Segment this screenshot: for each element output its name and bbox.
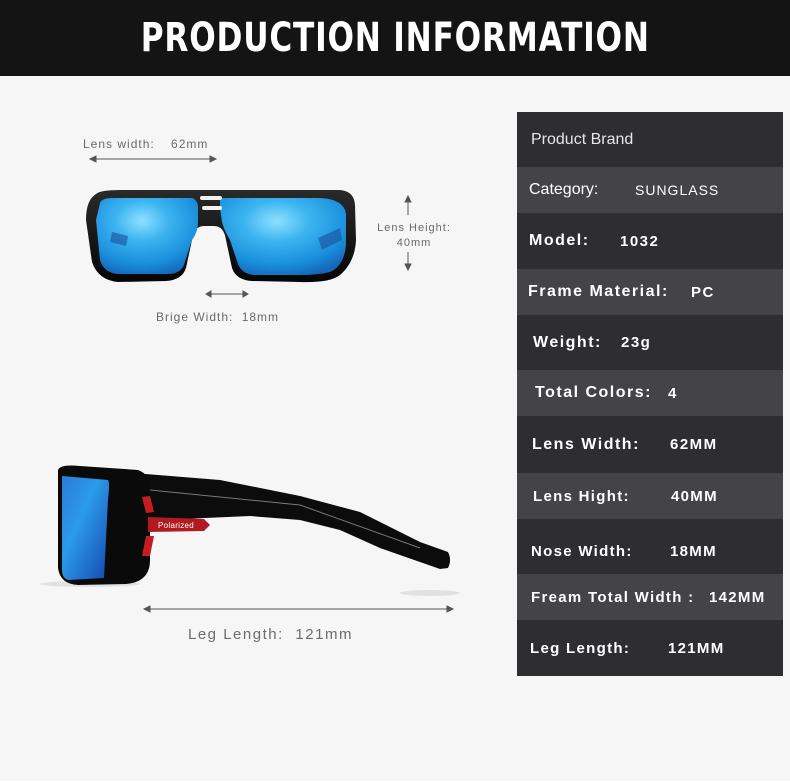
- spec-label: Weight:: [533, 333, 602, 351]
- spec-value: 1032: [620, 232, 660, 250]
- spec-row-total-colors: Total Colors: 4: [517, 370, 783, 416]
- spec-row-weight: Weight: 23g: [517, 315, 783, 370]
- spec-label: Model:: [529, 232, 590, 249]
- spec-row-category: Category: SUNGLASS: [517, 167, 783, 213]
- spec-value: 121MM: [668, 639, 725, 657]
- spec-value: 18MM: [670, 543, 717, 560]
- spec-row-brand: Product Brand: [517, 112, 783, 167]
- spec-row-frame-total-width: Fream Total Width : 142MM: [517, 574, 783, 620]
- leg-length-value: 121mm: [295, 626, 353, 643]
- spec-row-lens-height: Lens Hight: 40MM: [517, 473, 783, 519]
- lens-width-value: 62mm: [171, 137, 209, 151]
- lens-width-arrow: [88, 155, 218, 163]
- spec-value: PC: [691, 283, 715, 301]
- lens-width-label: Lens width: 62mm: [83, 137, 208, 151]
- spec-label: Leg Length:: [530, 639, 631, 657]
- bridge-width-label-text: Brige Width:: [156, 310, 234, 324]
- spec-row-nose-width: Nose Width: 18MM: [517, 519, 783, 574]
- spec-row-model: Model: 1032: [517, 213, 783, 269]
- spec-value: 40MM: [671, 487, 718, 505]
- spec-row-lens-width: Lens Width: 62MM: [517, 416, 783, 473]
- spec-table: Product Brand Category: SUNGLASS Model: …: [517, 112, 783, 676]
- spec-label: Total Colors:: [535, 384, 652, 401]
- lens-width-label-text: Lens width:: [83, 137, 155, 151]
- spec-value: SUNGLASS: [635, 182, 720, 198]
- bridge-width-value: 18mm: [241, 310, 280, 324]
- spec-label: Fream Total Width :: [531, 588, 695, 606]
- spec-value: 142MM: [709, 588, 766, 606]
- lens-height-value: 40mm: [396, 237, 432, 249]
- spec-row-frame-material: Frame Material: PC: [517, 269, 783, 315]
- spec-value: 4: [668, 384, 678, 402]
- side-view-glasses-image: [40, 465, 460, 596]
- spec-label: Nose Width:: [531, 543, 633, 560]
- spec-row-leg-length: Leg Length: 121MM: [517, 620, 783, 676]
- bridge-width-label: Brige Width: 18mm: [156, 310, 279, 324]
- spec-label: Frame Material:: [528, 283, 669, 300]
- spec-label: Lens Hight:: [533, 487, 630, 505]
- spec-label: Product Brand: [531, 130, 634, 148]
- spec-label: Lens Width:: [532, 435, 640, 453]
- spec-value: 23g: [621, 334, 652, 351]
- polarized-badge: Polarized: [158, 521, 195, 530]
- lens-height-label-text: Lens Height:: [377, 222, 451, 234]
- bridge-width-arrow: [205, 290, 249, 298]
- spec-value: 62MM: [670, 436, 718, 453]
- lens-height-label: Lens Height: 40mm: [373, 221, 455, 251]
- front-frame: [86, 190, 356, 283]
- leg-length-label: Leg Length: 121mm: [188, 626, 353, 643]
- leg-length-label-text: Leg Length:: [188, 626, 284, 643]
- spec-label: Category:: [529, 181, 599, 198]
- leg-length-arrow: [142, 605, 455, 613]
